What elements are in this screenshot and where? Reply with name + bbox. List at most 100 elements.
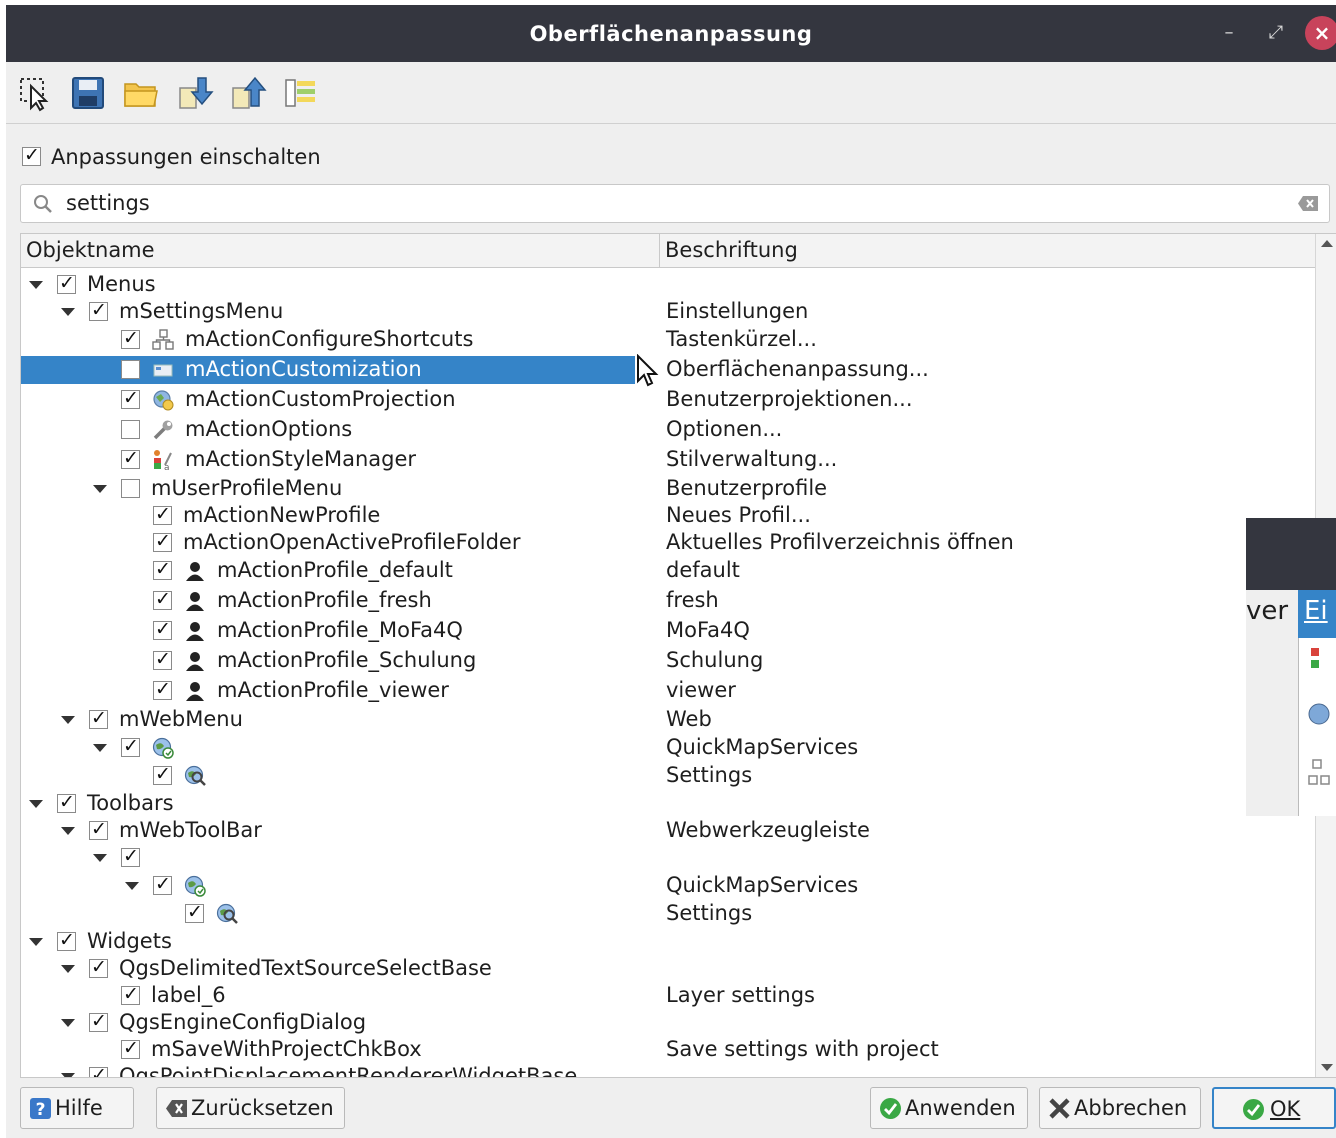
- maximize-button[interactable]: ⤢: [1262, 19, 1290, 47]
- tree-row[interactable]: mUserProfileMenu Benutzerprofile: [21, 475, 1316, 503]
- minimize-button[interactable]: –: [1215, 19, 1243, 47]
- tree-row-checkbox[interactable]: [153, 530, 172, 552]
- import-icon[interactable]: [176, 74, 214, 112]
- tree-row[interactable]: mWebMenu Web: [21, 706, 1316, 734]
- tree-row-caption-cell[interactable]: Oberflächenanpassung...: [21, 356, 1316, 384]
- cancel-button[interactable]: Abbrechen: [1039, 1087, 1201, 1129]
- expand-arrow-icon[interactable]: [61, 827, 75, 835]
- tree-row[interactable]: mActionNewProfile Neues Profil...: [21, 502, 1316, 530]
- tree-row-checkbox[interactable]: [89, 1064, 108, 1077]
- tree-row-checkbox[interactable]: [153, 503, 172, 525]
- tree-row-name: Toolbars: [87, 791, 174, 815]
- search-input-value[interactable]: settings: [66, 191, 150, 215]
- tree-row-checkbox[interactable]: [57, 791, 76, 813]
- tree-row-checkbox[interactable]: [121, 387, 140, 409]
- tree-row-checkbox[interactable]: [153, 763, 172, 785]
- tree-row-checkbox[interactable]: [57, 929, 76, 951]
- expand-arrow-icon[interactable]: [61, 716, 75, 724]
- tree-row[interactable]: mActionProfile_Schulung Schulung: [21, 647, 1316, 675]
- help-button[interactable]: ? Hilfe: [20, 1087, 134, 1129]
- tree-row[interactable]: mActionProfile_viewer viewer: [21, 677, 1316, 705]
- tree-row[interactable]: a mActionStyleManager Stilverwaltung...: [21, 446, 1316, 474]
- select-widget-icon[interactable]: [16, 74, 54, 112]
- tree-row-caption: Settings: [666, 763, 753, 787]
- tree-row-caption: Schulung: [666, 648, 764, 672]
- expand-arrow-icon[interactable]: [93, 854, 107, 862]
- tree-row[interactable]: [21, 844, 1316, 872]
- tree-row-checkbox[interactable]: [153, 873, 172, 895]
- reset-button-label: Zurücksetzen: [191, 1096, 334, 1120]
- enable-customization-checkbox[interactable]: [22, 144, 41, 166]
- shortcuts-icon: [152, 329, 174, 351]
- tree-row[interactable]: mActionProfile_MoFa4Q MoFa4Q: [21, 617, 1316, 645]
- scroll-up-arrow-icon[interactable]: [1321, 240, 1333, 247]
- tree-row-checkbox[interactable]: [121, 845, 140, 867]
- tree-row-checkbox[interactable]: [121, 479, 140, 498]
- expand-arrow-icon[interactable]: [29, 800, 43, 808]
- ok-button[interactable]: OK: [1212, 1087, 1336, 1129]
- tree-row[interactable]: QuickMapServices: [21, 734, 1316, 762]
- open-folder-icon[interactable]: [122, 74, 160, 112]
- tree-row-name: label_6: [151, 983, 226, 1007]
- tree-row-checkbox[interactable]: [121, 420, 140, 439]
- expand-all-icon[interactable]: [282, 74, 320, 112]
- export-icon[interactable]: [229, 74, 267, 112]
- expand-arrow-icon[interactable]: [93, 485, 107, 493]
- close-button[interactable]: ×: [1305, 16, 1336, 50]
- tree-row[interactable]: label_6 Layer settings: [21, 982, 1316, 1010]
- tree-row[interactable]: QgsPointDisplacementRendererWidgetBase: [21, 1063, 1316, 1077]
- tree-row[interactable]: Widgets: [21, 928, 1316, 956]
- expand-arrow-icon[interactable]: [29, 281, 43, 289]
- tree-row-checkbox[interactable]: [153, 678, 172, 700]
- tree-row-checkbox[interactable]: [121, 735, 140, 757]
- tree-row[interactable]: mActionProfile_fresh fresh: [21, 587, 1316, 615]
- tree-row[interactable]: Menus: [21, 271, 1316, 299]
- tree-row-checkbox[interactable]: [121, 327, 140, 349]
- tree-row[interactable]: mActionProfile_default default: [21, 557, 1316, 585]
- tree-row[interactable]: mActionCustomProjection Benutzerprojektio…: [21, 386, 1316, 414]
- tree-row-checkbox[interactable]: [89, 1010, 108, 1032]
- tree-row[interactable]: mSaveWithProjectChkBox Save settings with…: [21, 1036, 1316, 1064]
- tree-row[interactable]: QgsEngineConfigDialog: [21, 1009, 1316, 1037]
- tree-row[interactable]: Toolbars: [21, 790, 1316, 818]
- tree-row-checkbox[interactable]: [121, 1037, 140, 1059]
- tree-row-checkbox[interactable]: [153, 558, 172, 580]
- tree-row-checkbox[interactable]: [153, 588, 172, 610]
- tree-row-name: mUserProfileMenu: [151, 476, 343, 500]
- reset-button[interactable]: Zurücksetzen: [156, 1087, 345, 1129]
- tree-row-checkbox[interactable]: [153, 618, 172, 640]
- tree-row-caption: Tastenkürzel...: [666, 327, 817, 351]
- scroll-down-arrow-icon[interactable]: [1321, 1064, 1333, 1071]
- tree-row-checkbox[interactable]: [153, 648, 172, 670]
- tree-row-checkbox[interactable]: [89, 707, 108, 729]
- expand-arrow-icon[interactable]: [61, 308, 75, 316]
- expand-arrow-icon[interactable]: [125, 882, 139, 890]
- tree-row[interactable]: mWebToolBar Webwerkzeugleiste: [21, 817, 1316, 845]
- tree-row-checkbox[interactable]: [57, 272, 76, 294]
- tree-row[interactable]: mActionConfigureShortcuts Tastenkürzel...: [21, 326, 1316, 354]
- tree-row[interactable]: Settings: [21, 762, 1316, 790]
- save-icon[interactable]: [69, 74, 107, 112]
- apply-button[interactable]: Anwenden: [870, 1087, 1028, 1129]
- column-header-beschriftung[interactable]: Beschriftung: [660, 234, 1316, 268]
- tree-row[interactable]: mSettingsMenu Einstellungen: [21, 298, 1316, 326]
- expand-arrow-icon[interactable]: [61, 965, 75, 973]
- tree-row-checkbox[interactable]: [185, 901, 204, 923]
- object-tree: Objektname Beschriftung MenusmSettingsMe…: [20, 233, 1336, 1078]
- tree-row[interactable]: mActionOpenActiveProfileFolder Aktuelles …: [21, 529, 1316, 557]
- tree-row[interactable]: QuickMapServices: [21, 872, 1316, 900]
- expand-arrow-icon[interactable]: [61, 1019, 75, 1027]
- search-field[interactable]: settings: [20, 184, 1330, 223]
- expand-arrow-icon[interactable]: [93, 744, 107, 752]
- tree-row-checkbox[interactable]: [89, 299, 108, 321]
- tree-row-checkbox[interactable]: [89, 818, 108, 840]
- tree-row-checkbox[interactable]: [121, 983, 140, 1005]
- column-header-objektname[interactable]: Objektname: [21, 234, 660, 268]
- tree-row-checkbox[interactable]: [89, 956, 108, 978]
- clear-search-icon[interactable]: [1297, 195, 1319, 212]
- tree-row[interactable]: QgsDelimitedTextSourceSelectBase: [21, 955, 1316, 983]
- tree-row[interactable]: Settings: [21, 900, 1316, 928]
- tree-row-checkbox[interactable]: [121, 447, 140, 469]
- tree-row[interactable]: mActionOptions Optionen...: [21, 416, 1316, 444]
- expand-arrow-icon[interactable]: [29, 938, 43, 946]
